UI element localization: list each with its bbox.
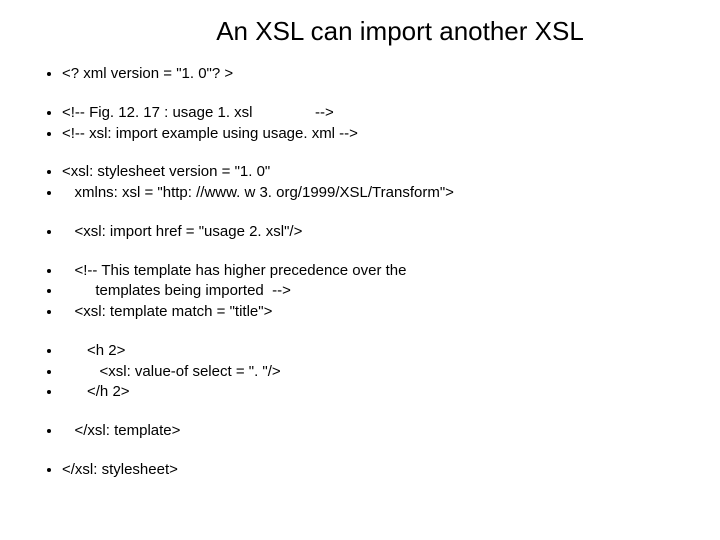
blank-line: [62, 205, 690, 223]
code-line: <xsl: value-of select = ". "/>: [62, 363, 690, 382]
code-line: </xsl: template>: [62, 422, 690, 441]
slide: An XSL can import another XSL <? xml ver…: [0, 0, 720, 540]
blank-line: [62, 324, 690, 342]
code-list: <? xml version = "1. 0"? > <!-- Fig. 12. …: [30, 65, 690, 480]
code-line: </h 2>: [62, 383, 690, 402]
code-line: </xsl: stylesheet>: [62, 461, 690, 480]
blank-line: [62, 86, 690, 104]
code-line: <!-- Fig. 12. 17 : usage 1. xsl -->: [62, 104, 690, 123]
code-line: templates being imported -->: [62, 282, 690, 301]
blank-line: [62, 404, 690, 422]
code-line: <h 2>: [62, 342, 690, 361]
code-line: <!-- This template has higher precedence…: [62, 262, 690, 281]
blank-line: [62, 145, 690, 163]
blank-line: [62, 443, 690, 461]
code-line: <? xml version = "1. 0"? >: [62, 65, 690, 84]
code-line: <!-- xsl: import example using usage. xm…: [62, 125, 690, 144]
code-line: <xsl: import href = "usage 2. xsl"/>: [62, 223, 690, 242]
code-line: xmlns: xsl = "http: //www. w 3. org/1999…: [62, 184, 690, 203]
blank-line: [62, 244, 690, 262]
page-title: An XSL can import another XSL: [30, 16, 690, 47]
code-line: <xsl: template match = "title">: [62, 303, 690, 322]
code-line: <xsl: stylesheet version = "1. 0": [62, 163, 690, 182]
